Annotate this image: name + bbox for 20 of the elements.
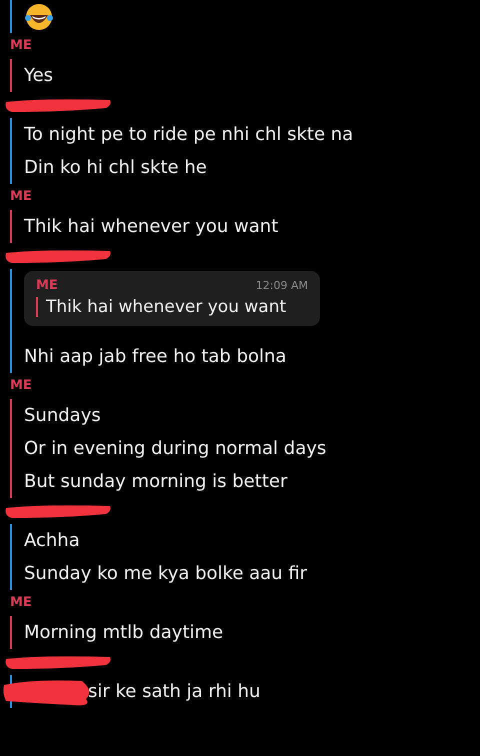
message-text: But sunday morning is better — [24, 471, 288, 492]
message-text: To night pe to ride pe nhi chl skte na — [24, 124, 354, 145]
quoted-message-text: Thik hai whenever you want — [46, 297, 286, 317]
sender-label: ME — [9, 594, 33, 612]
message-text: Thik hai whenever you want — [24, 216, 278, 237]
message-text: Achha — [24, 530, 80, 551]
sender-label: ME — [9, 188, 33, 206]
message-text: Din ko hi chl skte he — [24, 157, 207, 178]
message-text: Morning mtlb daytime — [24, 622, 224, 643]
message-text: Or in evening during normal days — [24, 438, 326, 459]
laughing-emoji-icon — [24, 2, 54, 32]
message-time: 12:09 AM — [256, 279, 308, 292]
message-text: Yes — [24, 65, 54, 86]
sender-label: ME — [9, 377, 33, 395]
message-text: Sunday ko me kya bolke aau fir — [24, 563, 308, 584]
sender-label: ME — [9, 37, 33, 55]
message-text: Sundays — [24, 405, 101, 426]
message-text: Nhi aap jab free ho tab bolna — [24, 346, 286, 367]
sender-label: ME — [36, 278, 58, 293]
message-text: sir ke sath ja rhi hu — [88, 681, 260, 702]
